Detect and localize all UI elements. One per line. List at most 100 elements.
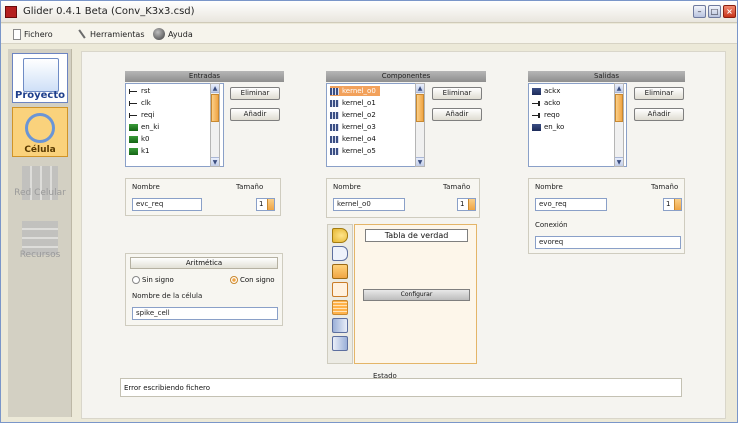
components-size-stepper[interactable]: 1 bbox=[457, 198, 476, 211]
scroll-thumb[interactable] bbox=[416, 94, 424, 122]
module-icon bbox=[330, 111, 339, 119]
menu-help[interactable]: Ayuda bbox=[153, 27, 193, 41]
splitter-icon[interactable] bbox=[332, 318, 348, 333]
outputs-delete-button[interactable]: Eliminar bbox=[634, 87, 684, 100]
close-button[interactable]: × bbox=[723, 5, 736, 18]
output-signal-icon bbox=[532, 100, 541, 107]
outputs-size-stepper[interactable]: 1 bbox=[663, 198, 682, 211]
nav-item-cell[interactable]: Célula bbox=[12, 107, 68, 157]
cell-name-field[interactable]: spike_cell bbox=[132, 307, 278, 320]
input-bus-icon bbox=[129, 123, 138, 131]
menu-tools[interactable]: Herramientas bbox=[77, 27, 145, 41]
and-gate-icon[interactable] bbox=[332, 228, 348, 243]
components-scrollbar[interactable]: ▲ ▼ bbox=[415, 83, 425, 167]
list-item[interactable]: acko bbox=[532, 98, 560, 108]
radio-icon bbox=[132, 276, 140, 284]
list-item-label: en_ko bbox=[544, 123, 565, 131]
nav-item-project-label: Proyecto bbox=[14, 90, 65, 101]
truth-table-title: Tabla de verdad bbox=[365, 229, 468, 242]
window-title: Glider 0.4.1 Beta (Conv_K3x3.csd) bbox=[23, 6, 195, 17]
list-item[interactable]: rst bbox=[129, 86, 150, 96]
scroll-up-icon[interactable]: ▲ bbox=[416, 84, 424, 93]
input-signal-icon bbox=[129, 100, 138, 107]
input-bus-icon bbox=[129, 135, 138, 143]
maximize-button[interactable]: □ bbox=[708, 5, 721, 18]
list-item-label: k1 bbox=[141, 147, 150, 155]
components-delete-button[interactable]: Eliminar bbox=[432, 87, 482, 100]
inputs-name-field[interactable]: evc_req bbox=[132, 198, 202, 211]
input-signal-icon bbox=[129, 112, 138, 119]
nav-item-resources[interactable]: Recursos bbox=[12, 217, 68, 267]
inputs-scrollbar[interactable]: ▲ ▼ bbox=[210, 83, 220, 167]
spinner-arrows-icon[interactable] bbox=[674, 199, 681, 210]
wrench-icon bbox=[77, 29, 87, 39]
nav-item-resources-label: Recursos bbox=[19, 250, 61, 260]
title-bar: Glider 0.4.1 Beta (Conv_K3x3.csd) – □ × bbox=[1, 1, 737, 23]
list-item[interactable]: en_ki bbox=[129, 122, 159, 132]
list-item[interactable]: k1 bbox=[129, 146, 150, 156]
spinner-arrows-icon[interactable] bbox=[468, 199, 475, 210]
outputs-panel: Salidas ackx acko reqo en_ko ▲ ▼ Elimina… bbox=[528, 71, 685, 171]
scroll-down-icon[interactable]: ▼ bbox=[615, 157, 623, 166]
or-gate-icon[interactable] bbox=[332, 246, 348, 261]
signed-radio-label: Con signo bbox=[240, 276, 275, 284]
arithmetic-panel: Aritmética Sin signo Con signo Nombre de… bbox=[125, 253, 283, 326]
scroll-down-icon[interactable]: ▼ bbox=[416, 157, 424, 166]
scroll-up-icon[interactable]: ▲ bbox=[615, 84, 623, 93]
list-item[interactable]: kernel_o4 bbox=[330, 134, 376, 144]
list-item[interactable]: kernel_o1 bbox=[330, 98, 376, 108]
minimize-button[interactable]: – bbox=[693, 5, 706, 18]
list-item[interactable]: reqo bbox=[532, 110, 560, 120]
list-item[interactable]: reqi bbox=[129, 110, 154, 120]
components-size-label: Tamaño bbox=[443, 183, 471, 191]
list-item-label: acko bbox=[544, 99, 561, 107]
outputs-list[interactable]: ackx acko reqo en_ko bbox=[528, 83, 627, 167]
list-item[interactable]: k0 bbox=[129, 134, 150, 144]
unsigned-radio[interactable]: Sin signo bbox=[132, 276, 174, 284]
components-name-field[interactable]: kernel_o0 bbox=[333, 198, 405, 211]
output-bus-icon bbox=[532, 123, 541, 131]
components-panel: Componentes kernel_o0 kernel_o1 kernel_o… bbox=[326, 71, 486, 171]
register-icon[interactable] bbox=[332, 264, 348, 279]
list-item[interactable]: kernel_o2 bbox=[330, 110, 376, 120]
signed-radio[interactable]: Con signo bbox=[230, 276, 275, 284]
components-list[interactable]: kernel_o0 kernel_o1 kernel_o2 kernel_o3 … bbox=[326, 83, 425, 167]
menu-file[interactable]: Fichero bbox=[13, 27, 53, 41]
list-item[interactable]: ackx bbox=[532, 86, 560, 96]
scroll-up-icon[interactable]: ▲ bbox=[211, 84, 219, 93]
scroll-down-icon[interactable]: ▼ bbox=[211, 157, 219, 166]
list-item-label: k0 bbox=[141, 135, 150, 143]
module-icon bbox=[330, 123, 339, 131]
truth-table-icon[interactable] bbox=[332, 300, 348, 315]
connection-field[interactable]: evoreq bbox=[535, 236, 681, 249]
outputs-add-button[interactable]: Añadir bbox=[634, 108, 684, 121]
scroll-thumb[interactable] bbox=[211, 94, 219, 122]
list-item-selected[interactable]: kernel_o0 bbox=[330, 86, 380, 96]
nav-item-network[interactable]: Red Celular bbox=[12, 162, 68, 212]
help-icon bbox=[153, 28, 165, 40]
outputs-name-field[interactable]: evo_req bbox=[535, 198, 607, 211]
spinner-arrows-icon[interactable] bbox=[267, 199, 274, 210]
multiplexer-icon[interactable] bbox=[332, 282, 348, 297]
joiner-icon[interactable] bbox=[332, 336, 348, 351]
nav-item-project[interactable]: Proyecto bbox=[12, 53, 68, 103]
inputs-details: Nombre Tamaño evc_req 1 bbox=[125, 178, 281, 216]
cell-icon bbox=[25, 113, 55, 143]
scroll-thumb[interactable] bbox=[615, 94, 623, 122]
outputs-scrollbar[interactable]: ▲ ▼ bbox=[614, 83, 624, 167]
inputs-size-label: Tamaño bbox=[236, 183, 264, 191]
list-item[interactable]: clk bbox=[129, 98, 151, 108]
input-signal-icon bbox=[129, 88, 138, 95]
list-item[interactable]: en_ko bbox=[532, 122, 564, 132]
components-name-label: Nombre bbox=[333, 183, 361, 191]
inputs-add-button[interactable]: Añadir bbox=[230, 108, 280, 121]
configure-button[interactable]: Configurar bbox=[363, 289, 470, 301]
list-item[interactable]: kernel_o3 bbox=[330, 122, 376, 132]
components-add-button[interactable]: Añadir bbox=[432, 108, 482, 121]
outputs-size-value: 1 bbox=[666, 200, 671, 208]
list-item-label: en_ki bbox=[141, 123, 160, 131]
inputs-delete-button[interactable]: Eliminar bbox=[230, 87, 280, 100]
inputs-size-stepper[interactable]: 1 bbox=[256, 198, 275, 211]
list-item-label: reqo bbox=[544, 111, 560, 119]
list-item[interactable]: kernel_o5 bbox=[330, 146, 376, 156]
